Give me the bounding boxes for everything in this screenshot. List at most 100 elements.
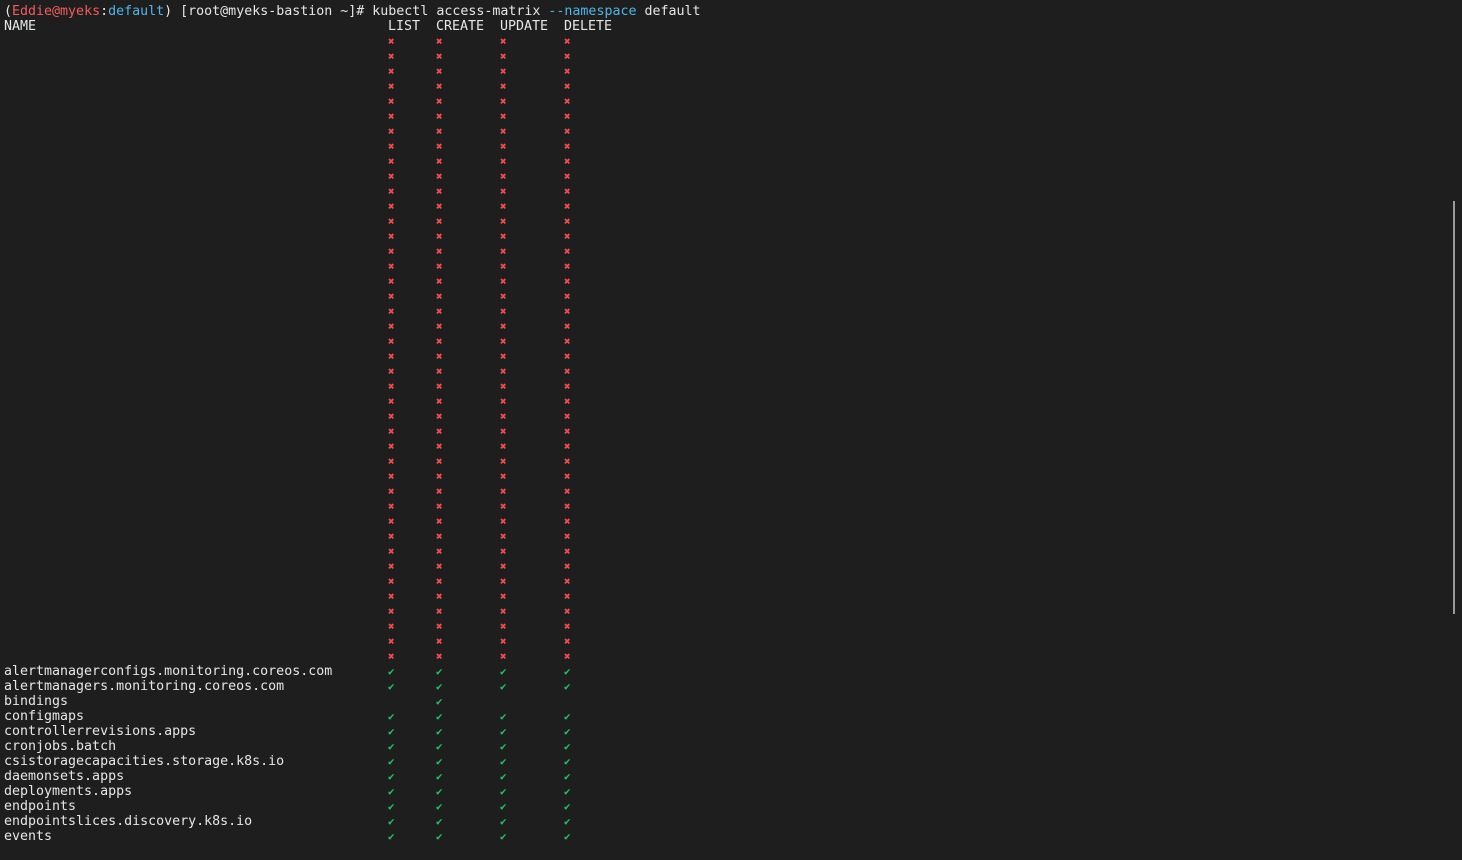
- list-denied-icon: ✖: [388, 305, 395, 318]
- list-denied-icon: ✖: [388, 245, 395, 258]
- update-denied-icon: ✖: [500, 110, 507, 123]
- delete-denied-icon: ✖: [564, 395, 571, 408]
- update-denied-icon: ✖: [500, 65, 507, 78]
- header-name: NAME: [4, 19, 37, 34]
- list-denied-icon: ✖: [388, 200, 395, 213]
- delete-allowed-icon: ✔: [564, 755, 571, 768]
- delete-denied-icon: ✖: [564, 335, 571, 348]
- resource-name: controllerrevisions.apps: [4, 724, 197, 739]
- update-denied-icon: ✖: [500, 35, 507, 48]
- list-denied-icon: ✖: [388, 395, 395, 408]
- delete-denied-icon: ✖: [564, 65, 571, 78]
- create-denied-icon: ✖: [436, 590, 443, 603]
- table-row-denied: ✖ ✖ ✖ ✖: [4, 169, 704, 184]
- create-denied-icon: ✖: [436, 470, 443, 483]
- list-denied-icon: ✖: [388, 35, 395, 48]
- table-row-denied: ✖ ✖ ✖ ✖: [4, 424, 704, 439]
- prompt-user-host: Eddie@myeks: [12, 4, 101, 19]
- create-denied-icon: ✖: [436, 425, 443, 438]
- list-denied-icon: ✖: [388, 545, 395, 558]
- list-denied-icon: ✖: [388, 560, 395, 573]
- create-denied-icon: ✖: [436, 410, 443, 423]
- list-allowed-icon: ✔: [388, 785, 395, 798]
- create-denied-icon: ✖: [436, 440, 443, 453]
- delete-allowed-icon: ✔: [564, 830, 571, 843]
- command-flag-value: default: [636, 4, 701, 19]
- update-denied-icon: ✖: [500, 605, 507, 618]
- delete-denied-icon: ✖: [564, 350, 571, 363]
- delete-denied-icon: ✖: [564, 515, 571, 528]
- terminal-scrollbar[interactable]: [1452, 0, 1462, 860]
- update-allowed-icon: ✔: [500, 740, 507, 753]
- list-denied-icon: ✖: [388, 275, 395, 288]
- resource-name: endpoints: [4, 799, 77, 814]
- update-denied-icon: ✖: [500, 350, 507, 363]
- update-denied-icon: ✖: [500, 650, 507, 663]
- delete-allowed-icon: ✔: [564, 770, 571, 783]
- header-update: UPDATE: [500, 19, 549, 34]
- table-row: daemonsets.apps ✔ ✔ ✔ ✔: [4, 769, 704, 784]
- header-delete: DELETE: [564, 19, 613, 34]
- list-denied-icon: ✖: [388, 635, 395, 648]
- update-allowed-icon: ✔: [500, 710, 507, 723]
- table-row: csistoragecapacities.storage.k8s.io ✔ ✔ ✔ ✔: [4, 754, 704, 769]
- delete-denied-icon: ✖: [564, 230, 571, 243]
- create-denied-icon: ✖: [436, 230, 443, 243]
- list-denied-icon: ✖: [388, 650, 395, 663]
- update-denied-icon: ✖: [500, 200, 507, 213]
- list-denied-icon: ✖: [388, 215, 395, 228]
- create-denied-icon: ✖: [436, 380, 443, 393]
- create-allowed-icon: ✔: [436, 830, 443, 843]
- list-denied-icon: ✖: [388, 485, 395, 498]
- delete-denied-icon: ✖: [564, 215, 571, 228]
- resource-name: bindings: [4, 694, 69, 709]
- prompt-open-paren: (: [4, 4, 13, 19]
- create-denied-icon: ✖: [436, 320, 443, 333]
- header-create: CREATE: [436, 19, 485, 34]
- delete-denied-icon: ✖: [564, 35, 571, 48]
- update-denied-icon: ✖: [500, 485, 507, 498]
- table-row-denied: ✖ ✖ ✖ ✖: [4, 139, 704, 154]
- table-row-denied: ✖ ✖ ✖ ✖: [4, 439, 704, 454]
- list-denied-icon: ✖: [388, 425, 395, 438]
- table-row-denied: ✖ ✖ ✖ ✖: [4, 49, 704, 64]
- table-row-denied: ✖ ✖ ✖ ✖: [4, 199, 704, 214]
- create-denied-icon: ✖: [436, 530, 443, 543]
- create-denied-icon: ✖: [436, 395, 443, 408]
- list-denied-icon: ✖: [388, 110, 395, 123]
- update-allowed-icon: ✔: [500, 665, 507, 678]
- create-denied-icon: ✖: [436, 365, 443, 378]
- update-denied-icon: ✖: [500, 560, 507, 573]
- update-denied-icon: ✖: [500, 245, 507, 258]
- table-row-denied: ✖ ✖ ✖ ✖: [4, 574, 704, 589]
- table-row: endpoints ✔ ✔ ✔ ✔: [4, 799, 704, 814]
- update-denied-icon: ✖: [500, 635, 507, 648]
- update-denied-icon: ✖: [500, 530, 507, 543]
- table-row-denied: ✖ ✖ ✖ ✖: [4, 34, 704, 49]
- update-denied-icon: ✖: [500, 455, 507, 468]
- table-row-denied: ✖ ✖ ✖ ✖: [4, 499, 704, 514]
- update-allowed-icon: ✔: [500, 815, 507, 828]
- list-allowed-icon: ✔: [388, 740, 395, 753]
- delete-denied-icon: ✖: [564, 530, 571, 543]
- table-row-denied: ✖ ✖ ✖ ✖: [4, 454, 704, 469]
- create-denied-icon: ✖: [436, 515, 443, 528]
- create-denied-icon: ✖: [436, 575, 443, 588]
- table-row-denied: ✖ ✖ ✖ ✖: [4, 364, 704, 379]
- update-denied-icon: ✖: [500, 500, 507, 513]
- create-denied-icon: ✖: [436, 455, 443, 468]
- delete-denied-icon: ✖: [564, 545, 571, 558]
- terminal-window[interactable]: (Eddie@myeks:default) [root@myeks-bastio…: [0, 0, 1450, 860]
- table-row-denied: ✖ ✖ ✖ ✖: [4, 184, 704, 199]
- list-allowed-icon: ✔: [388, 770, 395, 783]
- resource-name: alertmanagerconfigs.monitoring.coreos.co…: [4, 664, 333, 679]
- scrollbar-thumb[interactable]: [1453, 201, 1455, 614]
- list-denied-icon: ✖: [388, 500, 395, 513]
- table-row-denied: ✖ ✖ ✖ ✖: [4, 349, 704, 364]
- table-row-denied: ✖ ✖ ✖ ✖: [4, 154, 704, 169]
- delete-allowed-icon: ✔: [564, 665, 571, 678]
- list-denied-icon: ✖: [388, 350, 395, 363]
- delete-denied-icon: ✖: [564, 245, 571, 258]
- delete-denied-icon: ✖: [564, 485, 571, 498]
- table-row-denied: ✖ ✖ ✖ ✖: [4, 514, 704, 529]
